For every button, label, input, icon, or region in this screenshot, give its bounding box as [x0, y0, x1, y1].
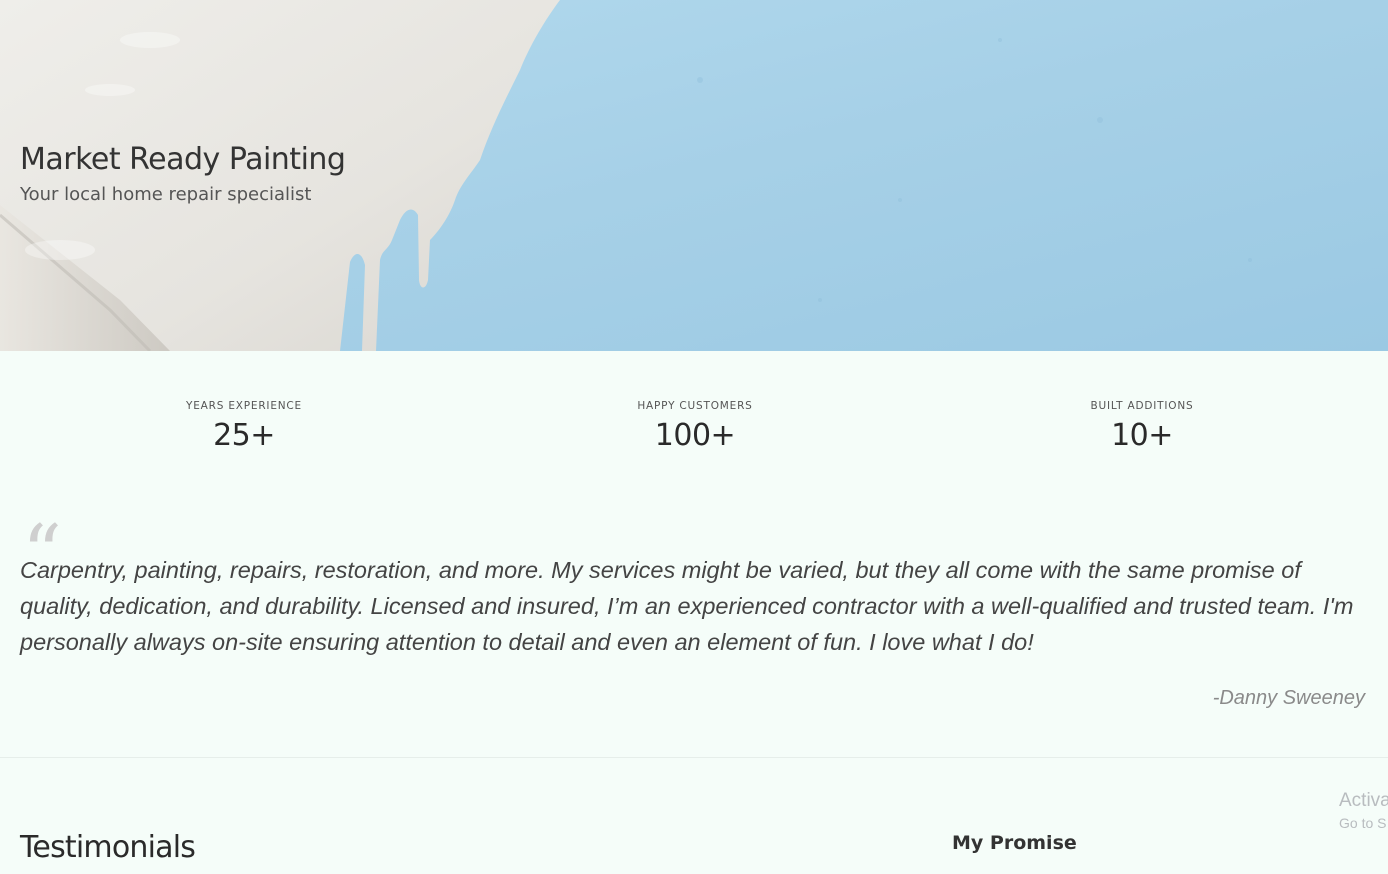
- activate-windows-watermark: Activa Go to S: [1339, 790, 1388, 831]
- stat-value: 10+: [1111, 418, 1173, 453]
- stat-label: BUILT ADDITIONS: [1090, 400, 1194, 412]
- watermark-line-1: Activa: [1339, 790, 1388, 811]
- section-divider: [0, 757, 1388, 758]
- stat-happy-customers: HAPPY CUSTOMERS 100+: [545, 400, 845, 453]
- stat-built-additions: BUILT ADDITIONS 10+: [992, 400, 1292, 453]
- stat-value: 100+: [654, 418, 736, 453]
- watermark-line-2: Go to S: [1339, 815, 1387, 831]
- stat-years-experience: YEARS EXPERIENCE 25+: [94, 400, 394, 453]
- stats-section: YEARS EXPERIENCE 25+ HAPPY CUSTOMERS 100…: [0, 351, 1388, 501]
- promise-heading: My Promise: [952, 832, 1077, 854]
- quote-text: Carpentry, painting, repairs, restoratio…: [20, 557, 1354, 655]
- testimonials-heading: Testimonials: [20, 830, 196, 865]
- hero-banner: Market Ready Painting Your local home re…: [0, 0, 1388, 351]
- site-title: Market Ready Painting: [20, 142, 346, 177]
- stat-label: YEARS EXPERIENCE: [186, 400, 302, 412]
- stat-label: HAPPY CUSTOMERS: [637, 400, 753, 412]
- stat-value: 25+: [213, 418, 275, 453]
- quote-author: -Danny Sweeney: [1212, 687, 1365, 709]
- site-tagline: Your local home repair specialist: [20, 184, 312, 205]
- owner-quote: “ Carpentry, painting, repairs, restorat…: [0, 515, 1388, 757]
